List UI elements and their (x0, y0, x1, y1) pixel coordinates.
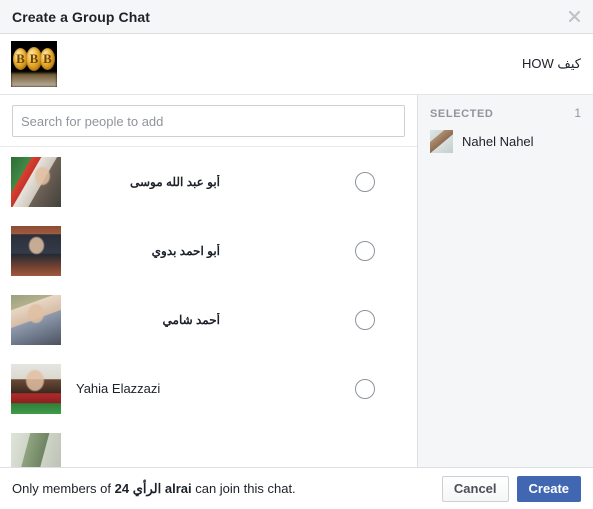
selected-pane: SELECTED 1 Nahel Nahel (418, 95, 593, 467)
people-list[interactable]: أبو عبد الله موسى أبو احمد بدوي أحمد شام… (0, 147, 417, 467)
people-pane: أبو عبد الله موسى أبو احمد بدوي أحمد شام… (0, 95, 418, 467)
dialog-body: أبو عبد الله موسى أبو احمد بدوي أحمد شام… (0, 95, 593, 467)
selected-item[interactable]: Nahel Nahel (430, 130, 581, 153)
select-radio[interactable] (355, 240, 375, 261)
list-item[interactable]: أحمد شامي (0, 285, 417, 354)
avatar (11, 432, 61, 467)
search-container (0, 95, 417, 147)
footer-note-prefix: Only members of (12, 480, 115, 496)
avatar (430, 130, 453, 153)
footer-note-number: 24 (114, 480, 130, 496)
select-radio[interactable] (355, 171, 375, 192)
cancel-button[interactable]: Cancel (441, 475, 509, 502)
list-item-label: أبو احمد بدوي (151, 243, 220, 258)
page-title: Create a Group Chat (12, 8, 151, 25)
list-item-label: أحمد شامي (162, 312, 220, 327)
list-item-label: Yahia Elazzazi (76, 381, 161, 396)
list-item[interactable] (0, 423, 417, 467)
footer-note-suffix: can join this chat. (191, 480, 296, 496)
create-group-chat-dialog: Create a Group Chat كيف HOW (0, 0, 593, 509)
dialog-footer: Only members of 24 الرأي alrai can join … (0, 467, 593, 509)
select-radio[interactable] (355, 309, 375, 330)
list-item-label: أبو عبد الله موسى (129, 174, 220, 189)
dialog-titlebar: Create a Group Chat (0, 0, 593, 34)
list-item[interactable]: Yahia Elazzazi (0, 354, 417, 423)
avatar (11, 294, 61, 345)
footer-note: Only members of 24 الرأي alrai can join … (12, 481, 296, 497)
group-avatar[interactable] (11, 41, 57, 87)
group-name: كيف HOW (522, 56, 581, 71)
select-radio[interactable] (355, 378, 375, 399)
list-item[interactable]: أبو عبد الله موسى (0, 147, 417, 216)
group-identity-row: كيف HOW (0, 34, 593, 95)
selected-item-label: Nahel Nahel (462, 134, 534, 149)
selected-count: 1 (574, 106, 581, 120)
avatar (11, 363, 61, 414)
close-icon[interactable] (564, 7, 584, 27)
search-input[interactable] (12, 105, 405, 137)
list-item[interactable]: أبو احمد بدوي (0, 216, 417, 285)
footer-buttons: Cancel Create (441, 475, 581, 502)
create-button[interactable]: Create (516, 475, 581, 502)
footer-note-arabic: الرأي (132, 480, 162, 496)
avatar (11, 225, 61, 276)
avatar (11, 156, 61, 207)
selected-header: SELECTED 1 (430, 106, 581, 120)
selected-label: SELECTED (430, 108, 494, 120)
footer-note-latin: alrai (164, 480, 192, 496)
